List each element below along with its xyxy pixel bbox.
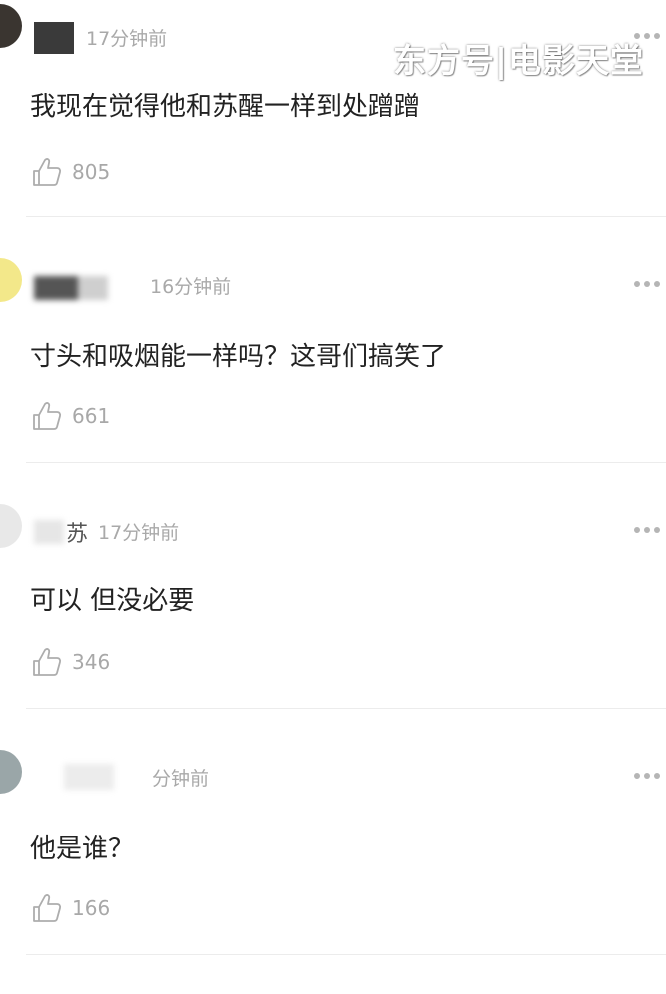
avatar[interactable]	[0, 504, 22, 548]
divider	[26, 216, 666, 217]
comment-time: 分钟前	[152, 768, 210, 790]
avatar[interactable]	[0, 750, 22, 794]
comment-text: 他是谁？	[30, 834, 135, 864]
thumbs-up-icon	[33, 158, 62, 186]
avatar[interactable]	[0, 4, 22, 48]
comment-text: 寸头和吸烟能一样吗？这哥们搞笑了	[30, 342, 447, 372]
comment-item: 苏 17分钟前 可以 但没必要 346	[0, 502, 666, 748]
username-redacted	[34, 22, 74, 54]
username-fragment: 苏	[66, 522, 89, 547]
more-icon[interactable]	[632, 30, 662, 42]
comment-item: 17分钟前 我现在觉得他和苏醒一样到处蹭蹭 805	[0, 0, 666, 240]
like-count: 346	[72, 650, 111, 674]
more-icon[interactable]	[632, 278, 662, 290]
thumbs-up-icon	[33, 402, 62, 430]
more-icon[interactable]	[632, 770, 662, 782]
comment-time: 17分钟前	[86, 28, 168, 50]
username-redacted	[34, 274, 114, 302]
divider	[26, 462, 666, 463]
comment-text: 可以 但没必要	[30, 586, 195, 616]
like-count: 805	[72, 160, 111, 184]
username-redacted	[34, 762, 114, 790]
thumbs-up-icon	[33, 894, 62, 922]
comment-time: 16分钟前	[150, 276, 232, 298]
comment-item: 16分钟前 寸头和吸烟能一样吗？这哥们搞笑了 661	[0, 256, 666, 502]
comment-item: 分钟前 他是谁？ 166	[0, 748, 666, 994]
comment-time: 17分钟前	[98, 522, 180, 544]
thumbs-up-icon	[33, 648, 62, 676]
divider	[26, 708, 666, 709]
avatar[interactable]	[0, 258, 22, 302]
username-redacted	[34, 518, 64, 546]
divider	[26, 954, 666, 955]
comment-text: 我现在觉得他和苏醒一样到处蹭蹭	[30, 92, 421, 122]
more-icon[interactable]	[632, 524, 662, 536]
like-count: 661	[72, 404, 111, 428]
like-count: 166	[72, 896, 111, 920]
